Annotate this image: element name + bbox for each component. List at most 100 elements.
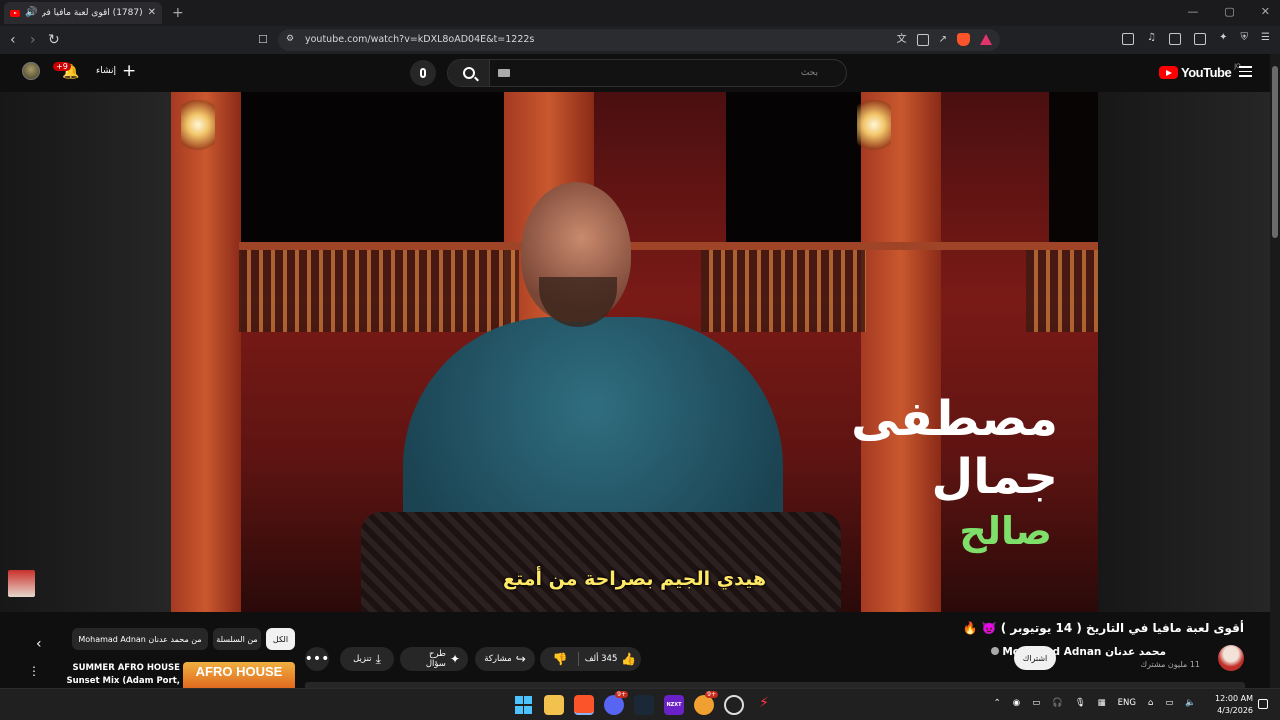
volume-tray-icon[interactable]: 🔈: [1185, 698, 1196, 708]
headset-tray-icon[interactable]: 🎧: [1052, 698, 1063, 708]
thumbs-down-icon: 👎: [552, 652, 568, 666]
download-button[interactable]: ⤓ تنزيل: [340, 647, 394, 671]
scrollbar-thumb[interactable]: [1272, 66, 1278, 238]
wifi-tray-icon[interactable]: ⌂: [1148, 698, 1153, 708]
guide-menu-icon[interactable]: [1239, 66, 1252, 80]
windows-start-icon[interactable]: [514, 695, 534, 715]
page-scrollbar[interactable]: [1270, 54, 1280, 688]
youtube-logo[interactable]: YouTube JO: [1159, 63, 1241, 80]
speaker-icon[interactable]: 🔊: [25, 8, 37, 18]
lower-third-name: مصطفى جمال صالح: [851, 390, 1058, 556]
steam-icon[interactable]: [634, 695, 654, 715]
close-window-button[interactable]: ✕: [1261, 5, 1270, 18]
steam-tray-icon[interactable]: ◉: [1013, 698, 1020, 708]
youtube-favicon-icon: [10, 9, 20, 17]
watch-metadata: أقوى لعبة مافيا في التاريخ ( 14 يوتيوبر …: [0, 612, 1270, 699]
plus-icon: +: [122, 61, 137, 81]
chip-channel[interactable]: من محمد عدنان Mohamad Adnan: [72, 628, 208, 650]
notification-center-icon[interactable]: [1258, 699, 1268, 709]
thumbs-up-icon: 👍: [621, 652, 637, 666]
messenger-icon[interactable]: 9+: [694, 691, 718, 715]
search-input[interactable]: [518, 62, 818, 84]
address-bar-actions: 文 ↗: [897, 33, 992, 46]
keyboard-icon[interactable]: [498, 69, 510, 77]
forward-button[interactable]: ›: [30, 32, 36, 48]
channel-avatar[interactable]: [1218, 645, 1244, 671]
tray-chevron-icon[interactable]: ⌃: [994, 698, 1001, 708]
media-icon[interactable]: ♫: [1147, 33, 1156, 45]
brave-browser-icon[interactable]: [574, 695, 594, 715]
url-text[interactable]: youtube.com/watch?v=kDXL8oAD04E&t=1222s: [305, 34, 534, 45]
messenger-badge: 9+: [705, 691, 718, 698]
subscriber-count: 11 مليون مشترك: [1140, 660, 1200, 669]
lightning-app-icon[interactable]: ⚡: [754, 695, 774, 715]
search-button[interactable]: [448, 60, 490, 86]
maximize-button[interactable]: ▢: [1224, 5, 1234, 18]
site-settings-icon[interactable]: ⚙: [286, 35, 294, 44]
scene-railing: [1026, 247, 1098, 332]
like-button[interactable]: 👍 345 ألف: [580, 647, 641, 671]
clock-app-icon[interactable]: [724, 695, 744, 715]
related-video-thumbnail[interactable]: AFRO HOUSE: [183, 662, 295, 688]
network-tray-icon[interactable]: ▭: [1032, 698, 1040, 708]
new-tab-button[interactable]: +: [172, 5, 184, 21]
brave-rewards-icon[interactable]: [980, 34, 992, 45]
taskbar-apps: 9+ NZXT 9+ ⚡: [514, 691, 774, 715]
account-avatar[interactable]: [22, 62, 40, 80]
battery-tray-icon[interactable]: ▭: [1165, 698, 1173, 708]
cast-icon[interactable]: [916, 33, 929, 46]
discord-icon[interactable]: 9+: [604, 691, 628, 715]
chip-all[interactable]: الكل: [266, 628, 295, 650]
file-explorer-icon[interactable]: [544, 695, 564, 715]
window-controls: — ▢ ✕: [1187, 5, 1270, 18]
video-title: أقوى لعبة مافيا في التاريخ ( 14 يوتيوبر …: [962, 621, 1245, 635]
chip-series[interactable]: من السلسلة: [213, 628, 261, 650]
back-button[interactable]: ‹: [10, 32, 16, 48]
create-label: إنشاء: [96, 66, 117, 76]
related-item-menu-icon[interactable]: ⋮: [28, 664, 40, 678]
browser-menu-icon[interactable]: ☰: [1261, 33, 1270, 45]
app-tray-icon[interactable]: ▦: [1098, 698, 1106, 708]
close-tab-icon[interactable]: ✕: [148, 8, 156, 18]
download-label: تنزيل: [353, 654, 372, 664]
microphone-tray-icon[interactable]: 🎙: [1075, 698, 1086, 708]
wallet-icon[interactable]: [1194, 33, 1207, 45]
windows-taskbar: 9+ NZXT 9+ ⚡ ⌃ ◉ ▭ 🎧 🎙 ▦ ENG ⌂ ▭ 🔈 12:00…: [0, 688, 1280, 720]
vpn-shield-icon[interactable]: ⛨: [1241, 33, 1249, 45]
reader-mode-icon[interactable]: [1122, 33, 1135, 45]
taskbar-clock[interactable]: 12:00 AM 4/3/2026: [1211, 693, 1253, 717]
like-divider: [578, 652, 579, 666]
thumbnail-text: AFRO HOUSE: [195, 664, 283, 679]
scene-chair: [361, 512, 841, 612]
more-actions-button[interactable]: •••: [305, 647, 329, 671]
chips-prev-icon[interactable]: ‹: [36, 636, 42, 652]
language-indicator[interactable]: ENG: [1118, 698, 1136, 708]
name-last: صالح: [959, 509, 1052, 553]
voice-search-button[interactable]: [410, 60, 436, 86]
video-frame[interactable]: مصطفى جمال صالح هيدي الجيم بصراحة من أمت…: [171, 92, 1098, 612]
ask-button[interactable]: ✦ طرح سؤال: [400, 647, 468, 671]
share-page-icon[interactable]: ↗: [939, 34, 947, 45]
minimize-button[interactable]: —: [1187, 5, 1198, 18]
address-bar[interactable]: ⚙ youtube.com/watch?v=kDXL8oAD04E&t=1222…: [278, 29, 1000, 51]
dislike-button[interactable]: 👎: [544, 647, 576, 671]
create-button[interactable]: إنشاء +: [96, 61, 137, 81]
bookmark-icon[interactable]: ☐: [258, 33, 268, 46]
scene-pillar: [171, 92, 241, 612]
share-icon: ↪: [515, 652, 526, 666]
browser-tab-strip: 🔊 (1787) أقوى لعبة مافيا في التا... ✕ + …: [0, 0, 1280, 26]
share-button[interactable]: ↪ مشاركة: [475, 647, 535, 671]
nzxt-icon[interactable]: NZXT: [664, 695, 684, 715]
sidebar-icon[interactable]: [1169, 33, 1182, 45]
leo-ai-icon[interactable]: ✦: [1219, 33, 1227, 45]
translate-icon[interactable]: 文: [897, 34, 907, 45]
brave-shields-icon[interactable]: [957, 33, 970, 46]
browser-tab-youtube[interactable]: 🔊 (1787) أقوى لعبة مافيا في التا... ✕: [4, 2, 162, 24]
scene-lamp: [857, 100, 891, 155]
video-player[interactable]: مصطفى جمال صالح هيدي الجيم بصراحة من أمت…: [0, 92, 1270, 612]
reload-button[interactable]: ↻: [48, 32, 60, 48]
subscribe-button[interactable]: اشتراك: [1014, 646, 1056, 670]
channel-watermark[interactable]: [8, 570, 35, 597]
verified-icon: [991, 647, 1000, 655]
caption-text: هيدي الجيم بصراحة من أمتع: [502, 568, 767, 590]
